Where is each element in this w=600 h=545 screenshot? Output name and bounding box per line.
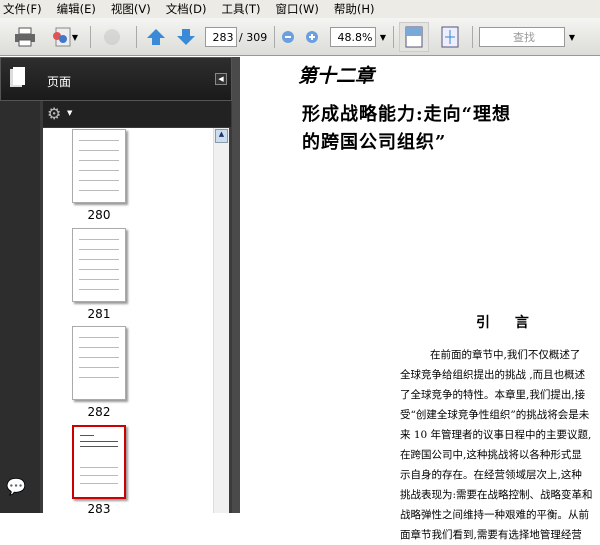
pages-icon[interactable] — [9, 66, 27, 90]
menu-view[interactable]: 视图(V) — [111, 1, 151, 17]
panel-splitter[interactable] — [232, 57, 240, 513]
zoom-input[interactable]: 48.8% — [330, 27, 376, 47]
page-number-input[interactable]: 283 — [205, 27, 237, 47]
fit-page-icon — [441, 26, 459, 48]
panel-title: 页面 — [47, 75, 72, 89]
gear-icon[interactable]: ⚙ — [47, 104, 61, 123]
chapter-label: 第十二章 — [298, 65, 375, 87]
panel-header: 页面 ◀ — [0, 57, 232, 101]
paragraph-line: 挑战表现为:需要在战略控制、战略变革和 — [400, 489, 593, 501]
search-dropdown-icon[interactable]: ▼ — [567, 25, 577, 49]
minus-circle-icon — [282, 31, 294, 43]
zoom-dropdown-icon[interactable]: ▼ — [378, 25, 388, 49]
document-view: 第十二章 形成战略能力:走向“理想 的跨国公司组织” 引 言 在前面的章节中,我… — [240, 57, 600, 541]
print-button[interactable] — [12, 25, 38, 49]
page-thumbnail[interactable] — [72, 228, 126, 302]
options-bar: ⚙ ▼ — [43, 101, 231, 127]
comments-icon[interactable]: 💬 — [6, 477, 26, 496]
plus-circle-icon — [306, 31, 318, 43]
fit-width-icon — [405, 26, 423, 48]
page-total: / 309 — [239, 30, 268, 44]
chapter-title-line2: 的跨国公司组织” — [302, 132, 447, 153]
menu-document[interactable]: 文档(D) — [166, 1, 207, 17]
pages-panel: 页面 ◀ ⚙ ▼ 280 281 282 283 ▲ 💬 — [0, 57, 240, 516]
prev-page-button[interactable] — [144, 25, 168, 49]
menu-file[interactable]: 文件(F) — [3, 1, 42, 17]
collaborate-button[interactable]: ▼ — [46, 25, 82, 49]
thumbnail-label: 283 — [87, 502, 111, 516]
page-thumbnail[interactable] — [72, 326, 126, 400]
paragraph-line: 示自身的存在。在经营领域层次上,这种 — [400, 469, 582, 481]
page-thumbnail[interactable] — [72, 129, 126, 203]
paragraph-line: 面章节我们看到,需要有选择地管理经营 — [400, 529, 582, 541]
dropdown-arrow-icon: ▼ — [71, 32, 79, 42]
menu-bar: 文件(F) 编辑(E) 视图(V) 文档(D) 工具(T) 窗口(W) 帮助(H… — [0, 0, 600, 18]
paragraph-line: 在跨国公司中,这种挑战将以各种形式显 — [400, 449, 582, 461]
navigation-strip — [0, 57, 40, 513]
menu-edit[interactable]: 编辑(E) — [57, 1, 96, 17]
thumbnail-label: 280 — [87, 208, 111, 222]
arrow-up-icon — [147, 29, 165, 45]
printer-icon — [15, 27, 35, 47]
paragraph-line: 来 10 年管理者的议事日程中的主要议题, — [400, 429, 592, 441]
scroll-up-button[interactable]: ▲ — [215, 129, 228, 143]
toolbar: ▼ 283 / 309 48.8% ▼ 查找 ▼ — [0, 18, 600, 56]
users-icon — [52, 27, 71, 47]
paragraph-line: 战略弹性之间维持一种艰难的平衡。从前 — [400, 509, 589, 521]
paragraph-line: 了全球竞争的特性。本章里,我们提出,接 — [400, 389, 586, 401]
thumbnail-label: 282 — [87, 405, 111, 419]
thumbnail-scrollbar[interactable]: ▲ — [213, 128, 229, 513]
collapse-panel-button[interactable]: ◀ — [215, 73, 227, 85]
paragraph-line: 受“创建全球竞争性组织”的挑战将会是未 — [400, 409, 590, 421]
globe-icon — [104, 29, 120, 45]
section-heading: 引 言 — [476, 315, 539, 331]
zoom-out-button[interactable] — [280, 25, 296, 49]
thumbnail-list: 280 281 282 283 — [43, 128, 213, 516]
paragraph-line: 在前面的章节中,我们不仅概述了 — [430, 349, 581, 361]
search-input[interactable]: 查找 — [479, 27, 565, 47]
options-dropdown-icon[interactable]: ▼ — [67, 109, 72, 117]
fit-page-button[interactable] — [438, 25, 462, 49]
paragraph-line: 全球竞争给组织提出的挑战 ,而且也概述 — [400, 369, 586, 381]
arrow-down-icon — [177, 29, 195, 45]
sign-button[interactable] — [98, 25, 126, 49]
menu-window[interactable]: 窗口(W) — [276, 1, 319, 17]
menu-help[interactable]: 帮助(H) — [334, 1, 375, 17]
next-page-button[interactable] — [174, 25, 198, 49]
fit-width-button[interactable] — [399, 22, 429, 52]
page-thumbnail-selected[interactable] — [72, 425, 126, 499]
thumbnail-label: 281 — [87, 307, 111, 321]
zoom-in-button[interactable] — [304, 25, 320, 49]
chapter-title-line1: 形成战略能力:走向“理想 — [302, 104, 511, 125]
menu-tools[interactable]: 工具(T) — [222, 1, 261, 17]
